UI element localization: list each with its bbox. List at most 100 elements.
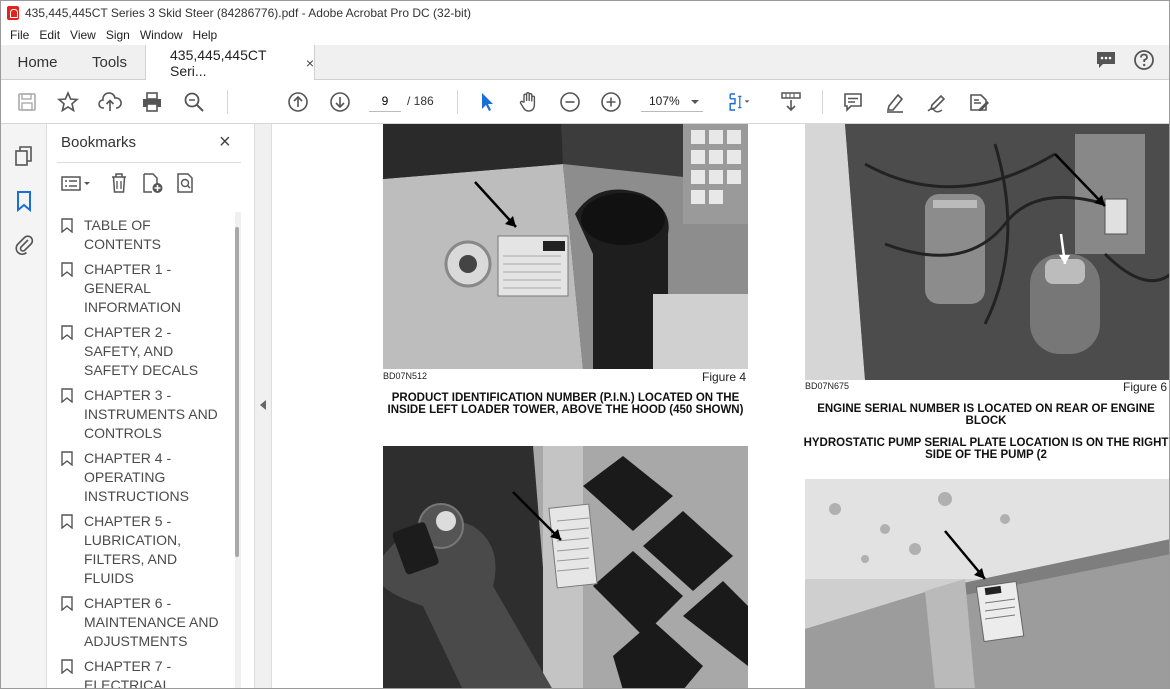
bookmark-label: CHAPTER 6 - MAINTENANCE AND ADJUSTMENTS <box>84 595 219 649</box>
select-cursor-icon[interactable] <box>475 90 499 114</box>
bookmark-label: TABLE OF CONTENTS <box>84 217 161 252</box>
page-display-icon[interactable] <box>727 90 751 114</box>
page-thumbnails-icon[interactable] <box>12 144 36 168</box>
bookmark-item-chapter-4[interactable]: CHAPTER 4 - OPERATING INSTRUCTIONS <box>61 449 231 506</box>
bookmark-icon <box>61 451 73 466</box>
photo-code: BD07N675 <box>805 381 850 391</box>
toolbar-separator <box>227 90 228 114</box>
bookmark-label: CHAPTER 5 - LUBRICATION, FILTERS, AND FL… <box>84 513 181 586</box>
bookmark-item-chapter-2[interactable]: CHAPTER 2 - SAFETY, AND SAFETY DECALS <box>61 323 231 380</box>
bookmark-options-icon[interactable] <box>61 174 93 199</box>
bookmark-item-chapter-3[interactable]: CHAPTER 3 - INSTRUMENTS AND CONTROLS <box>61 386 231 443</box>
hand-tool-icon[interactable] <box>516 90 540 114</box>
acrobat-logo-icon <box>7 6 19 20</box>
star-icon[interactable] <box>56 90 80 114</box>
menu-file[interactable]: File <box>5 28 34 42</box>
highlight-pen-icon[interactable] <box>883 90 907 114</box>
collapse-panel-arrow-icon[interactable] <box>260 400 266 410</box>
bookmark-label: CHAPTER 1 - GENERAL INFORMATION <box>84 261 181 315</box>
menu-help[interactable]: Help <box>188 28 223 42</box>
toolbar-separator <box>822 90 823 114</box>
comment-bubble-icon[interactable] <box>1095 50 1117 75</box>
bookmark-icon <box>61 388 73 403</box>
main-toolbar: / 186 107% <box>1 80 1169 124</box>
bookmark-icon <box>61 659 73 674</box>
tab-document[interactable]: 435,445,445CT Seri... × <box>145 45 315 81</box>
tab-bar: Home Tools 435,445,445CT Seri... × <box>1 45 1169 81</box>
bookmarks-divider <box>57 162 241 163</box>
find-text-icon[interactable] <box>182 90 206 114</box>
next-page-icon[interactable] <box>328 90 352 114</box>
bookmark-icon <box>61 218 73 233</box>
page-total: / 186 <box>407 94 434 108</box>
bookmark-item-toc[interactable]: TABLE OF CONTENTS <box>61 216 231 254</box>
bookmark-item-chapter-5[interactable]: CHAPTER 5 - LUBRICATION, FILTERS, AND FL… <box>61 512 231 588</box>
photo-pin-plate <box>383 124 748 369</box>
bookmark-label: CHAPTER 4 - OPERATING INSTRUCTIONS <box>84 450 189 504</box>
bookmarks-scroll-thumb[interactable] <box>235 227 239 557</box>
bookmark-item-chapter-7[interactable]: CHAPTER 7 - ELECTRICAL <box>61 657 231 689</box>
draw-sign-icon[interactable] <box>925 90 949 114</box>
acrobat-window: 435,445,445CT Series 3 Skid Steer (84286… <box>0 0 1170 689</box>
bookmarks-scrollbar[interactable] <box>235 212 241 688</box>
panel-splitter[interactable] <box>254 124 272 688</box>
bookmarks-panel: Bookmarks × TABLE OF CONTENTS CHAPTER 1 … <box>47 124 254 689</box>
cloud-upload-icon[interactable] <box>98 90 122 114</box>
zoom-in-icon[interactable] <box>599 90 623 114</box>
bookmark-item-chapter-1[interactable]: CHAPTER 1 - GENERAL INFORMATION <box>61 260 231 317</box>
menu-edit[interactable]: Edit <box>34 28 65 42</box>
figure-caption: PRODUCT IDENTIFICATION NUMBER (P.I.N.) L… <box>387 392 744 416</box>
attachment-paperclip-icon[interactable] <box>12 232 36 256</box>
zoom-value: 107% <box>649 93 680 108</box>
comment-icon[interactable] <box>841 90 865 114</box>
photo-bucket-decal <box>805 479 1169 688</box>
previous-page-icon[interactable] <box>286 90 310 114</box>
bookmark-icon <box>61 262 73 277</box>
bookmark-icon <box>61 514 73 529</box>
toolbar-separator <box>457 90 458 114</box>
bookmarks-toolbar <box>57 170 241 198</box>
tab-home[interactable]: Home <box>1 45 74 79</box>
tab-close-icon[interactable]: × <box>306 55 314 71</box>
window-title: 435,445,445CT Series 3 Skid Steer (84286… <box>25 6 472 20</box>
tab-tools[interactable]: Tools <box>74 45 145 79</box>
bookmark-icon <box>61 325 73 340</box>
bookmark-icon <box>61 596 73 611</box>
menu-sign[interactable]: Sign <box>101 28 135 42</box>
figure-caption: ENGINE SERIAL NUMBER IS LOCATED ON REAR … <box>817 403 1155 427</box>
bookmarks-list: TABLE OF CONTENTS CHAPTER 1 - GENERAL IN… <box>61 216 231 689</box>
chevron-down-icon <box>691 94 699 108</box>
find-bookmark-icon[interactable] <box>175 172 197 199</box>
figure-label: Figure 6 <box>1123 380 1168 394</box>
title-bar: 435,445,445CT Series 3 Skid Steer (84286… <box>1 1 1169 25</box>
save-icon[interactable] <box>15 90 39 114</box>
scroll-mode-icon[interactable] <box>779 90 803 114</box>
bookmark-item-chapter-6[interactable]: CHAPTER 6 - MAINTENANCE AND ADJUSTMENTS <box>61 594 231 651</box>
bookmark-label: CHAPTER 3 - INSTRUMENTS AND CONTROLS <box>84 387 218 441</box>
menu-window[interactable]: Window <box>135 28 188 42</box>
tab-document-label: 435,445,445CT Seri... <box>170 47 267 79</box>
zoom-out-icon[interactable] <box>558 90 582 114</box>
photo-code: BD07N512 <box>383 371 428 381</box>
delete-bookmark-icon[interactable] <box>109 172 129 199</box>
figure-label: Figure 4 <box>702 370 747 384</box>
help-icon[interactable] <box>1133 49 1155 76</box>
bookmarks-close-icon[interactable]: × <box>219 131 231 154</box>
bookmark-label: CHAPTER 2 - SAFETY, AND SAFETY DECALS <box>84 324 199 378</box>
add-bookmark-icon[interactable] <box>141 172 165 199</box>
page-number-input[interactable] <box>369 90 401 112</box>
bookmarks-title: Bookmarks <box>61 134 137 151</box>
bookmark-label: CHAPTER 7 - ELECTRICAL <box>84 658 172 689</box>
menu-view[interactable]: View <box>65 28 101 42</box>
print-icon[interactable] <box>140 90 164 114</box>
figure-caption: HYDROSTATIC PUMP SERIAL PLATE LOCATION I… <box>803 437 1169 461</box>
tabbar-right-icons <box>1095 45 1169 79</box>
fill-sign-icon[interactable] <box>967 90 991 114</box>
photo-engine <box>805 124 1169 380</box>
bookmark-panel-icon[interactable] <box>12 189 36 213</box>
left-rail <box>1 124 47 688</box>
menu-bar: File Edit View Sign Window Help <box>1 25 1169 45</box>
photo-serial-plate <box>383 446 748 688</box>
document-view[interactable]: BD07N512 Figure 4 PRODUCT IDENTIFICATION… <box>272 124 1169 688</box>
zoom-select[interactable]: 107% <box>641 90 703 112</box>
